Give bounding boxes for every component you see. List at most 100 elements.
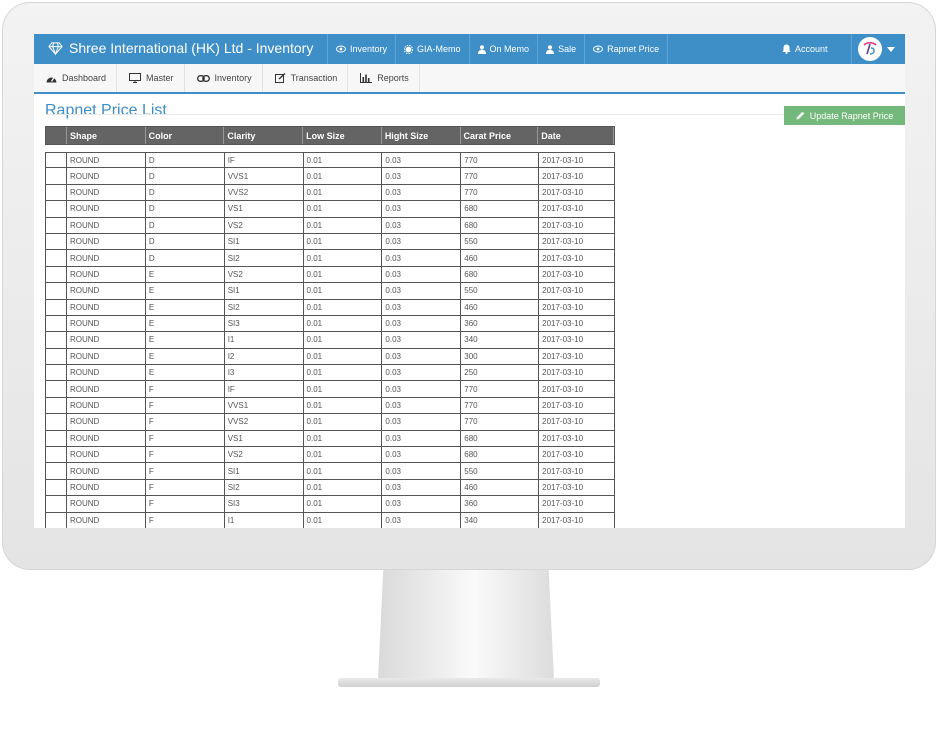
cell-date: 2017-03-10	[539, 512, 615, 528]
row-select-cell[interactable]	[46, 463, 67, 479]
table-row[interactable]: ROUND E I3 0.01 0.03 250 2017-03-10	[45, 365, 615, 382]
cell-date: 2017-03-10	[539, 217, 615, 233]
row-select-cell[interactable]	[46, 217, 67, 233]
row-select-cell[interactable]	[46, 381, 67, 397]
cell-date: 2017-03-10	[539, 168, 615, 184]
row-select-cell[interactable]	[46, 168, 67, 184]
row-select-cell[interactable]	[46, 299, 67, 315]
table-row[interactable]: ROUND F SI3 0.01 0.03 360 2017-03-10	[45, 496, 615, 513]
table-row[interactable]: ROUND F VS2 0.01 0.03 680 2017-03-10	[45, 447, 615, 464]
cell-carat-price: 550	[461, 463, 540, 479]
cell-date: 2017-03-10	[539, 266, 615, 283]
row-select-cell[interactable]	[46, 153, 67, 168]
cell-clarity: SI1	[225, 233, 304, 250]
column-header-carat-price[interactable]: Carat Price	[461, 127, 539, 144]
table-row[interactable]: ROUND D VVS1 0.01 0.03 770 2017-03-10	[45, 168, 615, 185]
subnav-item-reports[interactable]: Reports	[348, 64, 420, 92]
cell-carat-price: 360	[461, 496, 540, 512]
cell-carat-price: 300	[461, 348, 540, 365]
row-select-cell[interactable]	[46, 332, 67, 348]
row-select-cell[interactable]	[46, 496, 67, 512]
brand-title: Shree International (HK) Ltd - Inventory	[69, 40, 314, 56]
table-row[interactable]: ROUND E SI1 0.01 0.03 550 2017-03-10	[45, 283, 615, 300]
monitor-stand-neck	[378, 570, 554, 680]
cell-date: 2017-03-10	[539, 153, 615, 168]
subnav-item-dashboard[interactable]: Dashboard	[34, 64, 118, 92]
table-row[interactable]: ROUND D VS2 0.01 0.03 680 2017-03-10	[45, 217, 615, 234]
row-select-cell[interactable]	[46, 266, 67, 283]
user-avatar-dropdown[interactable]	[851, 34, 905, 64]
cell-clarity: IF	[225, 153, 304, 168]
cell-color: D	[146, 233, 225, 250]
table-row[interactable]: ROUND F VS1 0.01 0.03 680 2017-03-10	[45, 430, 615, 448]
column-header-clarity[interactable]: Clarity	[224, 127, 304, 144]
subnav-item-master[interactable]: Master	[117, 64, 185, 92]
topnav-label: Inventory	[350, 44, 388, 54]
brand[interactable]: Shree International (HK) Ltd - Inventory	[48, 40, 313, 56]
table-row[interactable]: ROUND F SI1 0.01 0.03 550 2017-03-10	[45, 463, 615, 480]
row-select-cell[interactable]	[46, 397, 67, 414]
row-select-cell[interactable]	[46, 201, 67, 217]
column-header-date[interactable]: Date	[538, 127, 614, 144]
cell-carat-price: 770	[461, 414, 540, 430]
cell-date: 2017-03-10	[539, 447, 615, 463]
table-row[interactable]: ROUND D VS1 0.01 0.03 680 2017-03-10	[45, 201, 615, 218]
table-row[interactable]: ROUND E I2 0.01 0.03 300 2017-03-10	[45, 348, 615, 366]
table-row[interactable]: ROUND F IF 0.01 0.03 770 2017-03-10	[45, 381, 615, 398]
row-select-cell[interactable]	[46, 414, 67, 430]
subnav-item-transaction[interactable]: Transaction	[263, 64, 349, 92]
cell-date: 2017-03-10	[539, 496, 615, 512]
row-select-cell[interactable]	[46, 233, 67, 250]
topnav-item-rapnet-price[interactable]: Rapnet Price	[584, 34, 669, 64]
row-select-cell[interactable]	[46, 430, 67, 447]
table-row[interactable]: ROUND D IF 0.01 0.03 770 2017-03-10	[45, 152, 615, 169]
column-header-hight-size[interactable]: Hight Size	[382, 127, 461, 144]
row-select-cell[interactable]	[46, 348, 67, 365]
cell-hight-size: 0.03	[382, 348, 462, 365]
table-row[interactable]: ROUND F I1 0.01 0.03 340 2017-03-10	[45, 512, 615, 528]
table-row[interactable]: ROUND E SI2 0.01 0.03 460 2017-03-10	[45, 299, 615, 316]
row-select-cell[interactable]	[46, 283, 67, 299]
cell-date: 2017-03-10	[539, 315, 615, 332]
row-select-cell[interactable]	[46, 184, 67, 201]
cell-low-size: 0.01	[304, 250, 383, 266]
topnav-item-sale[interactable]: Sale	[537, 34, 584, 64]
subnav-item-inventory[interactable]: Inventory	[185, 64, 263, 92]
table-row[interactable]: ROUND F SI2 0.01 0.03 460 2017-03-10	[45, 479, 615, 497]
row-select-cell[interactable]	[46, 512, 67, 528]
app-screen: Shree International (HK) Ltd - Inventory…	[34, 34, 905, 528]
column-header-low-size[interactable]: Low Size	[303, 127, 382, 144]
column-header-color[interactable]: Color	[146, 127, 225, 144]
subnav-label: Dashboard	[62, 73, 107, 83]
table-row[interactable]: ROUND E VS2 0.01 0.03 680 2017-03-10	[45, 266, 615, 284]
row-select-cell[interactable]	[46, 479, 67, 496]
cell-low-size: 0.01	[304, 315, 383, 332]
cell-low-size: 0.01	[304, 479, 383, 496]
row-select-cell[interactable]	[46, 315, 67, 332]
cell-shape: ROUND	[67, 430, 146, 447]
column-header-shape[interactable]: Shape	[67, 127, 146, 144]
row-select-cell[interactable]	[46, 447, 67, 463]
cell-color: F	[146, 512, 225, 528]
cell-hight-size: 0.03	[382, 153, 462, 168]
table-row[interactable]: ROUND F VVS1 0.01 0.03 770 2017-03-10	[45, 397, 615, 415]
cell-shape: ROUND	[67, 217, 146, 233]
cell-low-size: 0.01	[304, 447, 383, 463]
table-row[interactable]: ROUND F VVS2 0.01 0.03 770 2017-03-10	[45, 414, 615, 431]
subnav-label: Inventory	[214, 73, 252, 83]
column-header-select[interactable]	[46, 127, 67, 144]
update-rapnet-price-button[interactable]: Update Rapnet Price	[784, 106, 905, 125]
topnav-item-on-memo[interactable]: On Memo	[468, 34, 538, 64]
row-select-cell[interactable]	[46, 250, 67, 266]
cell-color: E	[146, 299, 225, 315]
table-row[interactable]: ROUND E SI3 0.01 0.03 360 2017-03-10	[45, 315, 615, 333]
row-select-cell[interactable]	[46, 365, 67, 381]
table-row[interactable]: ROUND D VVS2 0.01 0.03 770 2017-03-10	[45, 184, 615, 202]
table-row[interactable]: ROUND E I1 0.01 0.03 340 2017-03-10	[45, 332, 615, 349]
topnav-item-inventory[interactable]: Inventory	[327, 34, 395, 64]
account-menu[interactable]: Account	[782, 34, 828, 64]
topnav-item-gia-memo[interactable]: GIA-Memo	[395, 34, 469, 64]
table-row[interactable]: ROUND D SI1 0.01 0.03 550 2017-03-10	[45, 233, 615, 251]
header-spacer	[45, 145, 615, 152]
table-row[interactable]: ROUND D SI2 0.01 0.03 460 2017-03-10	[45, 250, 615, 267]
